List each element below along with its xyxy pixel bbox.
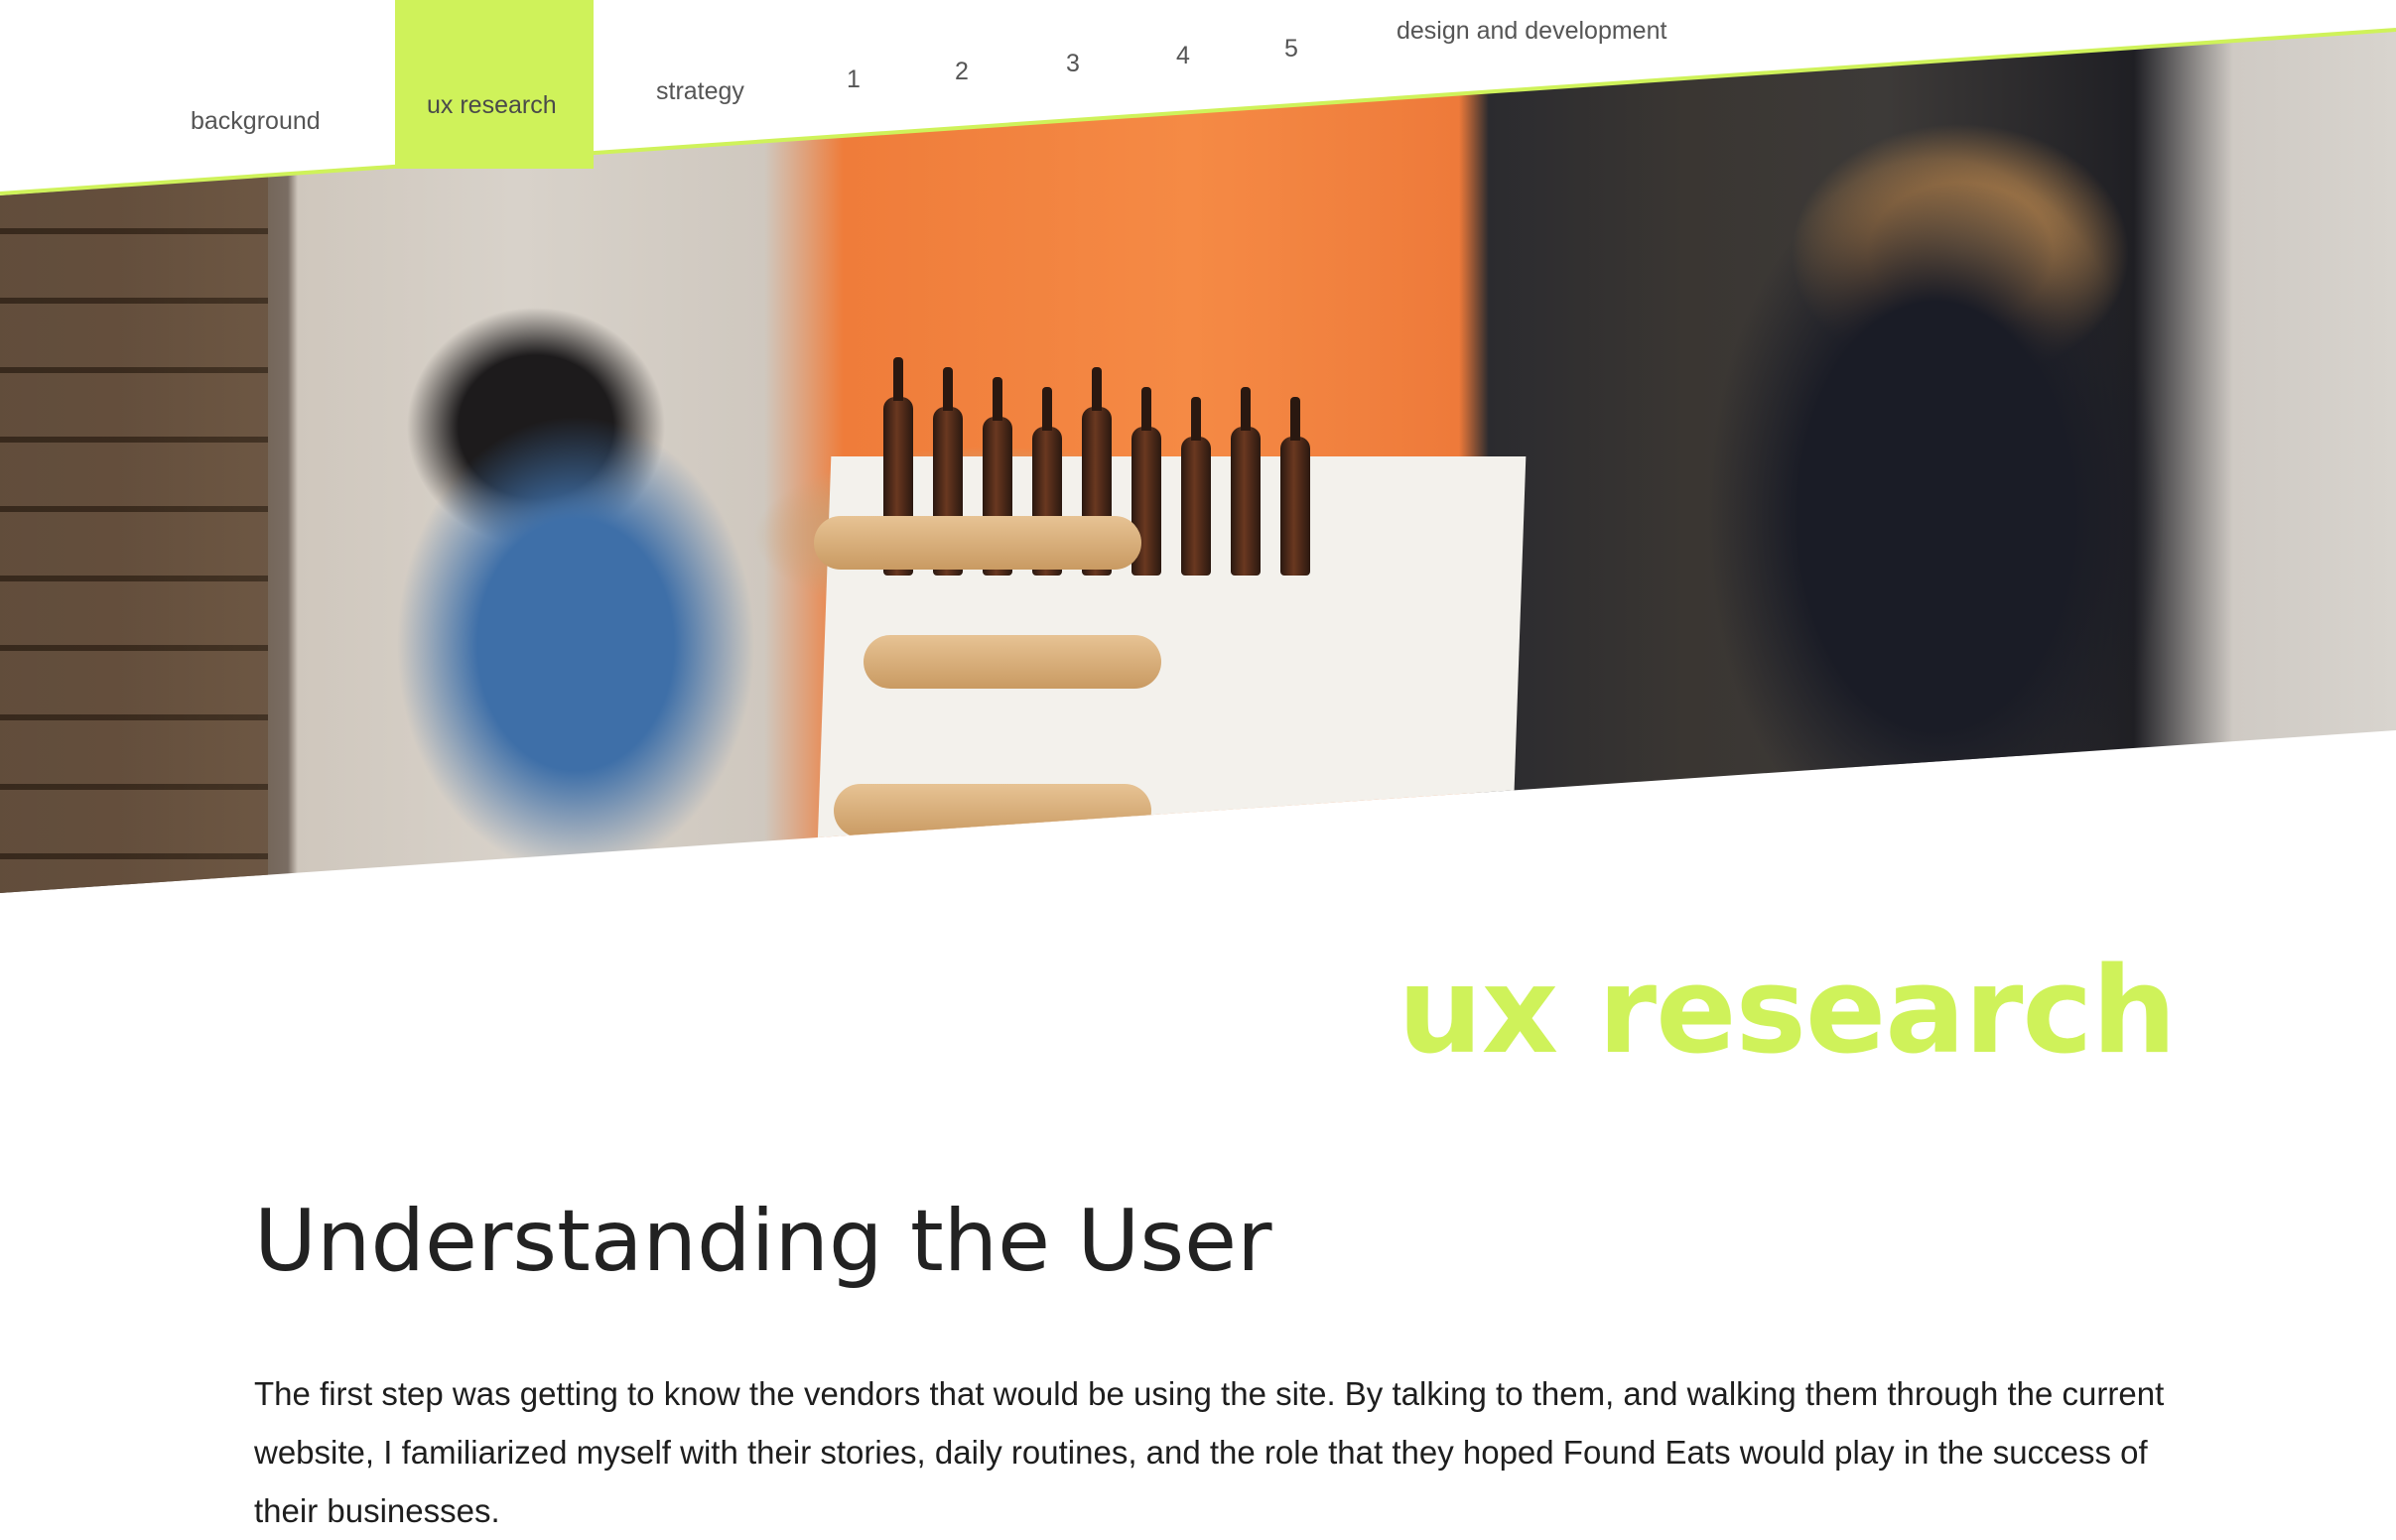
- nav-item-2[interactable]: 2: [955, 58, 969, 86]
- nav-item-3[interactable]: 3: [1066, 50, 1080, 78]
- nav-active-highlight: [395, 0, 594, 169]
- bottle-shelf: [0, 159, 268, 893]
- bread-loaf: [814, 516, 1141, 570]
- bread-loaf: [864, 635, 1161, 689]
- content-heading: Understanding the User: [254, 1192, 1272, 1291]
- nav-item-1[interactable]: 1: [847, 65, 861, 94]
- nav-item-background[interactable]: background: [191, 107, 321, 136]
- bottle: [1181, 397, 1211, 576]
- bottle: [1280, 397, 1310, 576]
- nav-item-4[interactable]: 4: [1176, 42, 1190, 70]
- bottle: [1231, 387, 1261, 576]
- nav-item-ux-research[interactable]: ux research: [427, 91, 557, 120]
- content-body: The first step was getting to know the v…: [254, 1375, 2165, 1529]
- section-title: ux research: [1398, 943, 2177, 1081]
- nav-item-5[interactable]: 5: [1284, 35, 1298, 64]
- bread-loaf: [834, 784, 1151, 837]
- nav-item-design-and-development[interactable]: design and development: [1397, 17, 1666, 46]
- nav-item-strategy[interactable]: strategy: [656, 77, 744, 106]
